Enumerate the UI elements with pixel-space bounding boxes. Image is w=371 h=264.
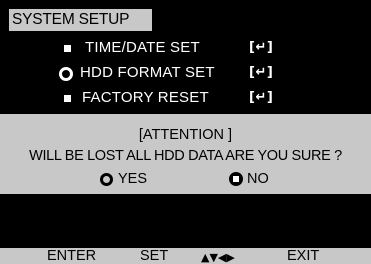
enter-hint[interactable]: ENTER bbox=[47, 248, 96, 264]
enter-key-icon[interactable]: [↵] bbox=[249, 37, 273, 59]
enter-key-icon[interactable]: [↵] bbox=[249, 62, 273, 84]
menu-item-factory-reset[interactable]: FACTORY RESET [↵] bbox=[0, 87, 371, 109]
footer-bar: ENTER SET ▲▼◀▶ EXIT bbox=[0, 248, 371, 264]
dialog-message: WILL BE LOST ALL HDD DATA ARE YOU SURE ? bbox=[29, 148, 342, 164]
menu-item-label: TIME/DATE SET bbox=[85, 39, 200, 56]
yes-option[interactable]: YES bbox=[100, 169, 180, 189]
exit-hint[interactable]: EXIT bbox=[287, 248, 319, 264]
set-hint[interactable]: SET bbox=[140, 248, 168, 264]
no-option[interactable]: NO bbox=[229, 169, 289, 189]
square-bullet-icon bbox=[64, 95, 71, 102]
selected-ring-icon bbox=[59, 67, 73, 81]
menu-title: SYSTEM SETUP bbox=[9, 9, 152, 31]
yes-label: YES bbox=[118, 171, 148, 187]
selected-ring-icon bbox=[100, 173, 113, 186]
square-bullet-icon bbox=[64, 45, 71, 52]
dialog-title: [ATTENTION ] bbox=[138, 127, 233, 143]
menu-item-time-date-set[interactable]: TIME/DATE SET [↵] bbox=[0, 37, 371, 59]
enter-key-icon[interactable]: [↵] bbox=[249, 87, 273, 109]
osd-screen: SYSTEM SETUP TIME/DATE SET [↵] HDD FORMA… bbox=[0, 0, 371, 264]
menu-item-label: HDD FORMAT SET bbox=[80, 64, 215, 81]
menu-item-hdd-format-set[interactable]: HDD FORMAT SET [↵] bbox=[0, 62, 371, 84]
arrow-keys-icon[interactable]: ▲▼◀▶ bbox=[201, 248, 235, 264]
menu-item-label: FACTORY RESET bbox=[82, 89, 209, 106]
unselected-square-dot-icon bbox=[229, 172, 243, 186]
no-label: NO bbox=[247, 171, 269, 187]
